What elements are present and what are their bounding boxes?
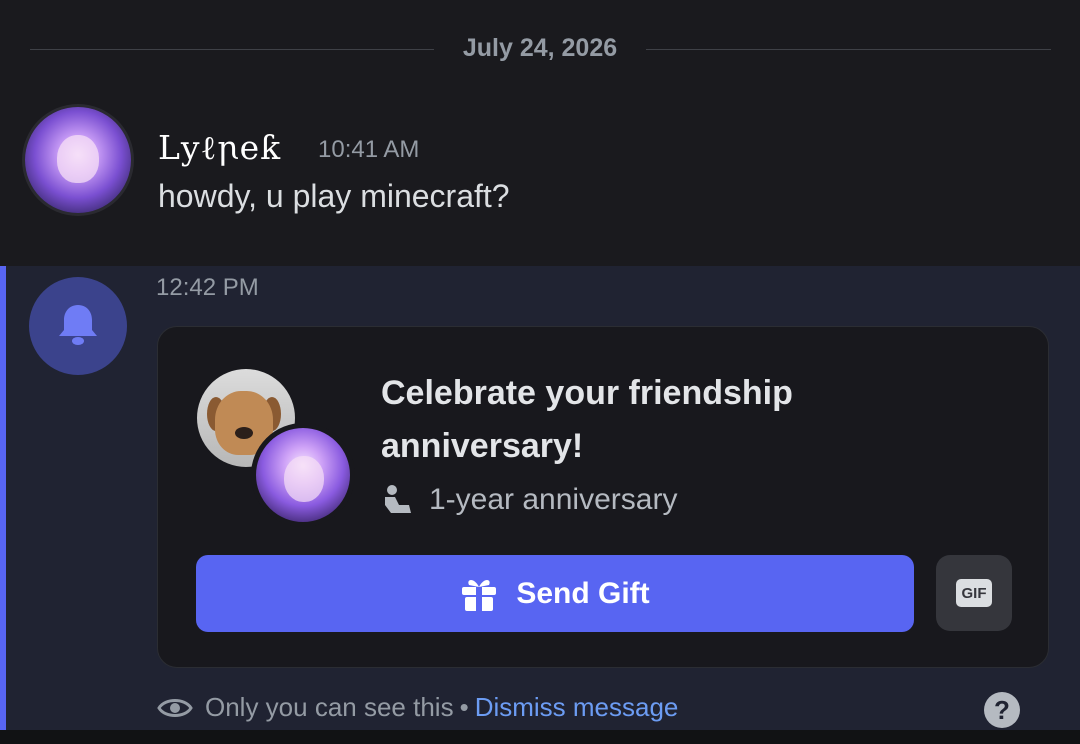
username[interactable]: Ⅼyℓꞃeƙ [158, 128, 281, 168]
anniversary-text: 1-year anniversary [429, 483, 678, 516]
dismiss-message-link[interactable]: Dismiss message [475, 692, 679, 723]
bell-icon [59, 305, 97, 345]
handshake-icon [385, 485, 411, 513]
anniversary-label: 1-year anniversary [381, 483, 677, 517]
system-avatar [29, 277, 127, 375]
gif-button[interactable]: GIF [936, 555, 1012, 631]
anniversary-card: Celebrate your friendship anniversary! 1… [157, 326, 1049, 668]
visibility-text: Only you can see this [205, 692, 454, 722]
eye-icon [157, 698, 193, 717]
send-gift-button[interactable]: Send Gift [196, 555, 914, 632]
own-avatar [251, 423, 355, 527]
date-divider-label: July 24, 2026 [462, 34, 618, 62]
visibility-footer: Only you can see this • Dismiss message [157, 692, 678, 723]
send-gift-label: Send Gift [516, 576, 650, 610]
help-icon[interactable]: ? [984, 692, 1020, 728]
highlight-bar [0, 266, 6, 730]
date-divider-line-right [646, 49, 1051, 50]
bottom-edge [0, 730, 1080, 744]
message-text: howdy, u play minecraft? [158, 178, 510, 214]
message-timestamp: 10:41 AM [318, 136, 420, 163]
system-message-timestamp: 12:42 PM [156, 274, 259, 301]
gift-icon [462, 579, 497, 611]
user-avatar[interactable] [25, 107, 131, 213]
card-title: Celebrate your friendship anniversary! [381, 374, 793, 465]
gif-icon: GIF [956, 579, 992, 607]
footer-separator: • [459, 692, 469, 722]
system-message: 12:42 PM Celebrate your friendship anniv… [0, 266, 1080, 730]
date-divider-line-left [30, 49, 434, 50]
